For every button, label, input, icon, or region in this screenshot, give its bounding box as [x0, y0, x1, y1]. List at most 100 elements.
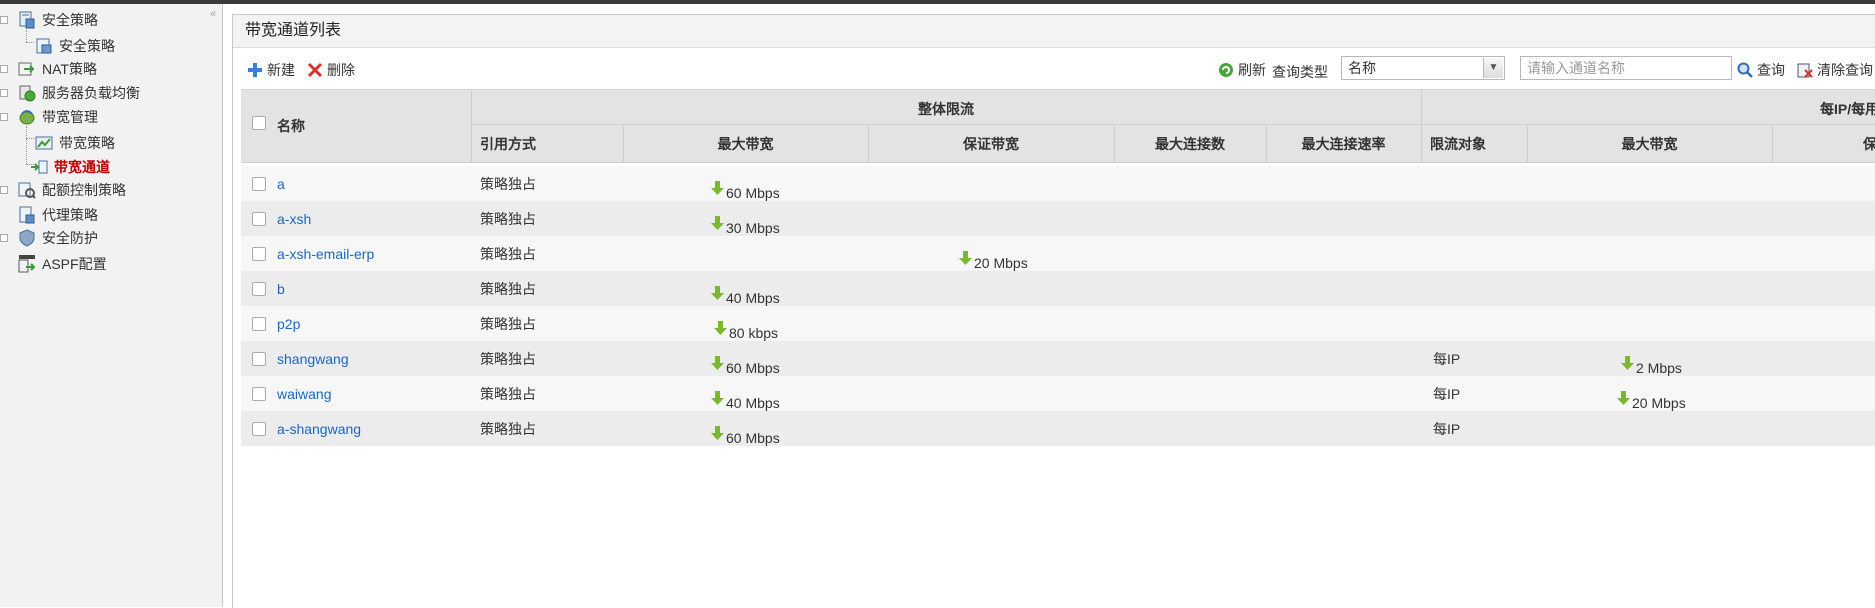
proxy-policy-icon: [19, 206, 35, 224]
sidebar-item-security-protection[interactable]: 安全防护: [0, 226, 98, 250]
table-row[interactable]: a-xsh-email-erp 策略独占 20 Mbps: [241, 236, 1875, 271]
channel-name-link[interactable]: shangwang: [277, 351, 349, 367]
down-arrow-icon: [711, 391, 724, 405]
row-checkbox[interactable]: [252, 351, 266, 366]
expand-toggle-icon[interactable]: [0, 16, 8, 24]
max-bandwidth-value: 60 Mbps: [726, 430, 780, 446]
tree-connector: [26, 42, 34, 43]
channel-name-link[interactable]: p2p: [277, 316, 300, 332]
table-row[interactable]: a 策略独占 60 Mbps: [241, 166, 1875, 201]
sidebar-item-label: 带宽通道: [54, 159, 110, 175]
channel-name-link[interactable]: waiwang: [277, 386, 331, 402]
column-header-per-max-bandwidth[interactable]: 最大带宽: [1527, 134, 1772, 154]
search-input[interactable]: [1520, 56, 1732, 80]
select-all-checkbox[interactable]: [252, 116, 266, 130]
channel-name-link[interactable]: a-shangwang: [277, 421, 361, 437]
column-header-guaranteed-bandwidth[interactable]: 保证带宽: [868, 134, 1114, 154]
max-bandwidth-value: 60 Mbps: [726, 185, 780, 201]
sidebar-item-bandwidth-management[interactable]: 带宽管理: [0, 105, 98, 129]
refresh-button[interactable]: 刷新: [1218, 60, 1266, 80]
column-header-max-connections[interactable]: 最大连接数: [1114, 134, 1266, 154]
sidebar-item-security-policy-child[interactable]: 安全策略: [35, 34, 115, 58]
column-header-per-guaranteed-bandwidth[interactable]: 保: [1863, 134, 1875, 154]
table-row[interactable]: a-shangwang 策略独占 60 Mbps 每IP: [241, 411, 1875, 446]
column-header-limit-target[interactable]: 限流对象: [1430, 134, 1486, 154]
expand-toggle-icon[interactable]: [0, 113, 8, 121]
sidebar-item-bandwidth-channel[interactable]: 带宽通道: [30, 155, 110, 179]
name-cell: a: [277, 166, 285, 201]
row-checkbox[interactable]: [252, 316, 266, 331]
row-checkbox-cell: [252, 236, 266, 271]
sidebar: « 安全策略 安全策略 NAT策略 服务器负载均衡 带宽管理 带宽策略 带宽通道…: [0, 4, 223, 607]
table-row[interactable]: waiwang 策略独占 40 Mbps 每IP 20 Mbps: [241, 376, 1875, 411]
window-top-border: [0, 0, 1875, 4]
sidebar-item-security-policy[interactable]: 安全策略: [0, 8, 98, 32]
clear-query-button[interactable]: 清除查询: [1797, 60, 1873, 80]
row-checkbox[interactable]: [252, 281, 266, 296]
per-max-bandwidth-cell: 2 Mbps: [1621, 341, 1682, 376]
limit-target-cell: 每IP: [1433, 350, 1461, 367]
row-checkbox[interactable]: [252, 421, 266, 436]
reference-mode-cell: 策略独占: [480, 420, 536, 437]
channel-name-link[interactable]: a-xsh-email-erp: [277, 246, 374, 262]
query-type-value: 名称: [1348, 60, 1376, 76]
header-divider: [471, 124, 1875, 125]
row-checkbox-cell: [252, 411, 266, 446]
chevron-down-icon[interactable]: ▼: [1483, 58, 1503, 78]
table-row[interactable]: shangwang 策略独占 60 Mbps 每IP 2 Mbps: [241, 341, 1875, 376]
channel-name-link[interactable]: a: [277, 176, 285, 192]
max-bandwidth-value: 40 Mbps: [726, 395, 780, 411]
row-checkbox[interactable]: [252, 176, 266, 191]
table-row[interactable]: p2p 策略独占 80 kbps: [241, 306, 1875, 341]
table-header: 名称 整体限流 每IP/每用 引用方式 最大带宽 保证带宽 最大连接数 最大连接…: [241, 89, 1875, 163]
sidebar-item-server-load-balance[interactable]: 服务器负载均衡: [0, 81, 140, 105]
sidebar-item-proxy-policy[interactable]: 代理策略: [18, 203, 98, 227]
reference-mode-cell: 策略独占: [480, 280, 536, 297]
sidebar-item-bandwidth-policy[interactable]: 带宽策略: [35, 131, 115, 155]
reference-mode-cell: 策略独占: [480, 315, 536, 332]
delete-icon: [307, 62, 323, 78]
expand-toggle-icon[interactable]: [0, 65, 8, 73]
query-type-select[interactable]: 名称 ▼: [1341, 56, 1505, 80]
max-bandwidth-cell: 40 Mbps: [711, 376, 780, 411]
tree-connector: [26, 126, 27, 164]
query-button[interactable]: 查询: [1737, 60, 1785, 80]
column-group-per-ip-limit: 每IP/每用: [1820, 101, 1875, 117]
name-cell: waiwang: [277, 376, 331, 411]
name-cell: b: [277, 271, 285, 306]
column-header-max-connection-rate[interactable]: 最大连接速率: [1266, 134, 1421, 154]
sidebar-item-label: 代理策略: [42, 207, 98, 223]
max-bandwidth-value: 60 Mbps: [726, 360, 780, 376]
new-button-label: 新建: [267, 62, 295, 78]
page-title: 带宽通道列表: [233, 15, 1875, 48]
sidebar-item-nat-policy[interactable]: NAT策略: [0, 57, 97, 81]
row-checkbox[interactable]: [252, 386, 266, 401]
guaranteed-bandwidth-cell: 20 Mbps: [959, 236, 1028, 271]
table-row[interactable]: b 策略独占 40 Mbps: [241, 271, 1875, 306]
row-checkbox[interactable]: [252, 246, 266, 261]
channel-name-link[interactable]: a-xsh: [277, 211, 311, 227]
load-balance-icon: [19, 85, 36, 102]
collapse-sidebar-icon[interactable]: «: [210, 8, 216, 20]
sidebar-item-label: 配额控制策略: [42, 182, 126, 198]
column-header-max-bandwidth[interactable]: 最大带宽: [623, 134, 868, 154]
table-row[interactable]: a-xsh 策略独占 30 Mbps: [241, 201, 1875, 236]
name-cell: p2p: [277, 306, 300, 341]
delete-button[interactable]: 删除: [307, 60, 355, 80]
channel-name-link[interactable]: b: [277, 281, 285, 297]
sidebar-item-label: 带宽策略: [59, 135, 115, 151]
expand-toggle-icon[interactable]: [0, 186, 8, 194]
clear-query-button-label: 清除查询: [1817, 62, 1873, 78]
expand-toggle-icon[interactable]: [0, 234, 8, 242]
column-header-name[interactable]: 名称: [277, 116, 305, 136]
reference-mode-cell: 策略独占: [480, 245, 536, 262]
sidebar-item-quota-control[interactable]: 配额控制策略: [0, 178, 126, 202]
add-icon: [248, 63, 262, 77]
expand-toggle-icon[interactable]: [0, 89, 8, 97]
down-arrow-icon: [711, 356, 724, 370]
sidebar-item-aspf-config[interactable]: ASPF配置: [18, 252, 107, 276]
tree-connector: [26, 138, 34, 139]
row-checkbox[interactable]: [252, 211, 266, 226]
new-button[interactable]: 新建: [247, 60, 295, 80]
column-header-reference-mode[interactable]: 引用方式: [480, 134, 536, 154]
